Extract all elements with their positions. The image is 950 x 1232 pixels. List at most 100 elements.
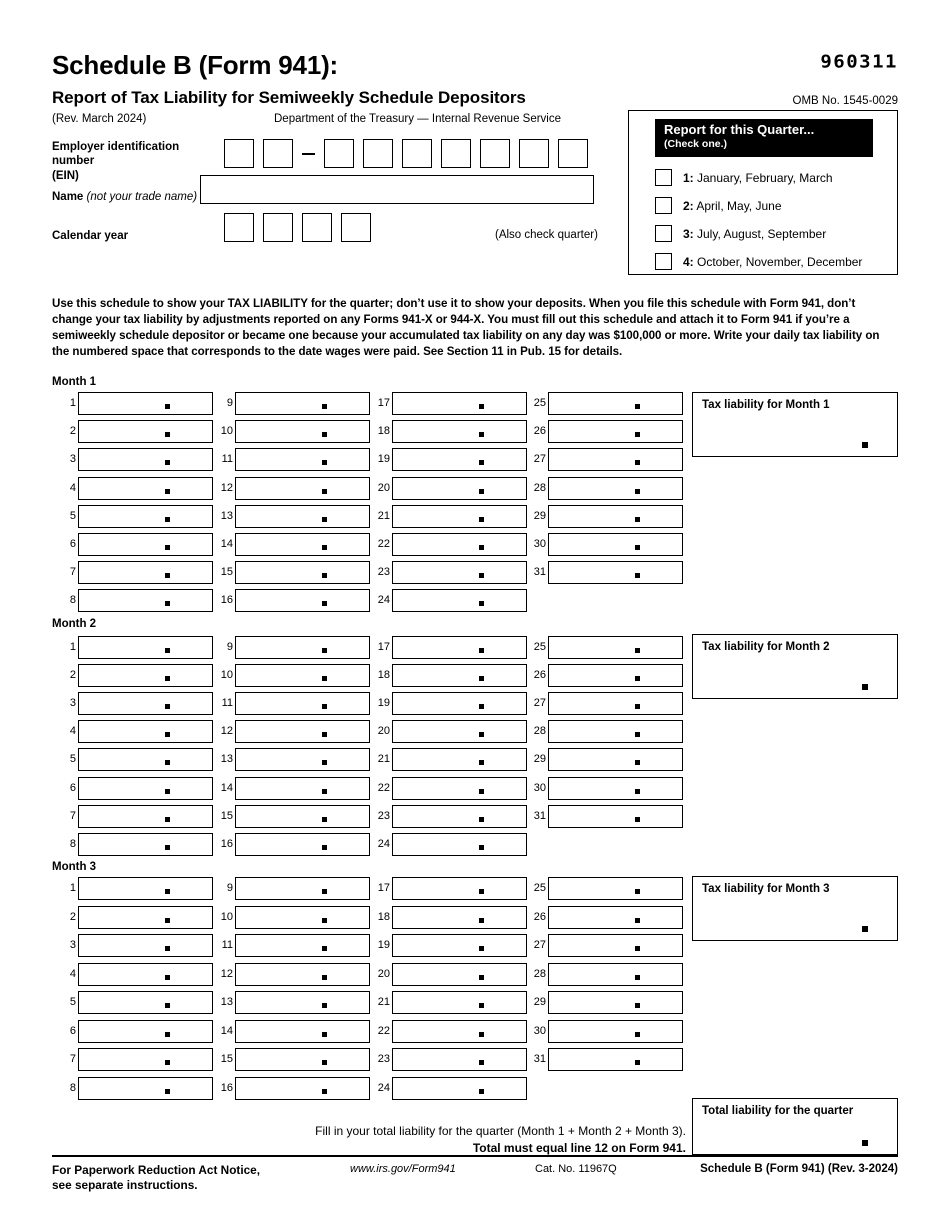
ein-digit-1[interactable] (224, 139, 254, 168)
day-amount-input-10[interactable] (235, 905, 370, 929)
day-amount-input-26[interactable] (548, 420, 683, 444)
day-amount-input-30[interactable] (548, 1019, 683, 1043)
day-amount-input-17[interactable] (392, 636, 527, 659)
ein-digit-3[interactable] (324, 139, 354, 168)
ein-input-group[interactable] (224, 139, 597, 168)
day-amount-input-28[interactable] (548, 476, 683, 500)
day-amount-input-12[interactable] (235, 720, 370, 744)
day-amount-input-5[interactable] (78, 748, 213, 772)
month-liability-box-3[interactable]: Tax liability for Month 3 (692, 876, 898, 941)
quarter-checkbox-4[interactable] (655, 253, 672, 270)
day-amount-input-17[interactable] (392, 392, 527, 415)
day-amount-input-28[interactable] (548, 720, 683, 744)
day-amount-input-25[interactable] (548, 392, 683, 415)
day-amount-input-3[interactable] (78, 448, 213, 472)
calendar-year-digit-1[interactable] (224, 213, 254, 242)
day-amount-input-16[interactable] (235, 589, 370, 613)
day-amount-input-24[interactable] (392, 1076, 527, 1100)
day-amount-input-13[interactable] (235, 748, 370, 772)
day-amount-input-15[interactable] (235, 561, 370, 585)
quarter-checkbox-1[interactable] (655, 169, 672, 186)
day-amount-input-24[interactable] (392, 589, 527, 613)
day-amount-input-2[interactable] (78, 664, 213, 688)
day-amount-input-29[interactable] (548, 504, 683, 528)
month-liability-box-2[interactable]: Tax liability for Month 2 (692, 634, 898, 699)
day-amount-input-27[interactable] (548, 448, 683, 472)
quarter-option-4[interactable]: 4: October, November, December (655, 253, 862, 270)
day-amount-input-21[interactable] (392, 991, 527, 1014)
day-amount-input-16[interactable] (235, 832, 370, 856)
calendar-year-digit-2[interactable] (263, 213, 293, 242)
calendar-year-digit-3[interactable] (302, 213, 332, 242)
day-amount-input-29[interactable] (548, 991, 683, 1014)
quarter-checkbox-2[interactable] (655, 197, 672, 214)
calendar-year-input-group[interactable] (224, 213, 380, 242)
ein-digit-8[interactable] (519, 139, 549, 168)
day-amount-input-26[interactable] (548, 664, 683, 688)
day-amount-input-19[interactable] (392, 934, 527, 957)
day-amount-input-6[interactable] (78, 776, 213, 800)
day-amount-input-5[interactable] (78, 504, 213, 528)
day-amount-input-1[interactable] (78, 877, 213, 900)
month-liability-box-1[interactable]: Tax liability for Month 1 (692, 392, 898, 457)
irs-url[interactable]: www.irs.gov/Form941 (350, 1163, 456, 1175)
day-amount-input-5[interactable] (78, 991, 213, 1014)
day-amount-input-6[interactable] (78, 1019, 213, 1043)
day-amount-input-27[interactable] (548, 934, 683, 957)
total-liability-box[interactable]: Total liability for the quarter (692, 1098, 898, 1155)
day-amount-input-29[interactable] (548, 748, 683, 772)
name-input[interactable] (200, 175, 594, 204)
day-amount-input-22[interactable] (392, 1019, 527, 1043)
day-amount-input-12[interactable] (235, 962, 370, 986)
ein-digit-4[interactable] (363, 139, 393, 168)
day-amount-input-2[interactable] (78, 420, 213, 444)
day-amount-input-22[interactable] (392, 776, 527, 800)
day-amount-input-24[interactable] (392, 832, 527, 856)
day-amount-input-9[interactable] (235, 392, 370, 415)
day-amount-input-7[interactable] (78, 1048, 213, 1071)
day-amount-input-3[interactable] (78, 934, 213, 957)
day-amount-input-7[interactable] (78, 561, 213, 585)
ein-digit-7[interactable] (480, 139, 510, 168)
day-amount-input-16[interactable] (235, 1076, 370, 1100)
day-amount-input-31[interactable] (548, 561, 683, 585)
day-amount-input-19[interactable] (392, 448, 527, 472)
day-amount-input-21[interactable] (392, 504, 527, 528)
day-amount-input-23[interactable] (392, 561, 527, 585)
calendar-year-digit-4[interactable] (341, 213, 371, 242)
day-amount-input-1[interactable] (78, 392, 213, 415)
day-amount-input-19[interactable] (392, 692, 527, 716)
day-amount-input-11[interactable] (235, 934, 370, 957)
ein-digit-9[interactable] (558, 139, 588, 168)
quarter-option-1[interactable]: 1: January, February, March (655, 169, 833, 186)
day-amount-input-8[interactable] (78, 1076, 213, 1100)
day-amount-input-12[interactable] (235, 476, 370, 500)
day-amount-input-22[interactable] (392, 533, 527, 556)
day-amount-input-10[interactable] (235, 420, 370, 444)
day-amount-input-20[interactable] (392, 720, 527, 744)
day-amount-input-4[interactable] (78, 720, 213, 744)
day-amount-input-18[interactable] (392, 420, 527, 444)
ein-digit-5[interactable] (402, 139, 432, 168)
day-amount-input-30[interactable] (548, 533, 683, 556)
day-amount-input-25[interactable] (548, 877, 683, 900)
day-amount-input-11[interactable] (235, 692, 370, 716)
day-amount-input-3[interactable] (78, 692, 213, 716)
ein-digit-2[interactable] (263, 139, 293, 168)
day-amount-input-2[interactable] (78, 905, 213, 929)
day-amount-input-1[interactable] (78, 636, 213, 659)
day-amount-input-23[interactable] (392, 1048, 527, 1071)
day-amount-input-11[interactable] (235, 448, 370, 472)
day-amount-input-17[interactable] (392, 877, 527, 900)
day-amount-input-10[interactable] (235, 664, 370, 688)
day-amount-input-13[interactable] (235, 991, 370, 1014)
quarter-option-2[interactable]: 2: April, May, June (655, 197, 782, 214)
day-amount-input-4[interactable] (78, 962, 213, 986)
day-amount-input-26[interactable] (548, 905, 683, 929)
day-amount-input-25[interactable] (548, 636, 683, 659)
day-amount-input-8[interactable] (78, 589, 213, 613)
day-amount-input-23[interactable] (392, 804, 527, 828)
day-amount-input-13[interactable] (235, 504, 370, 528)
quarter-checkbox-3[interactable] (655, 225, 672, 242)
day-amount-input-9[interactable] (235, 877, 370, 900)
